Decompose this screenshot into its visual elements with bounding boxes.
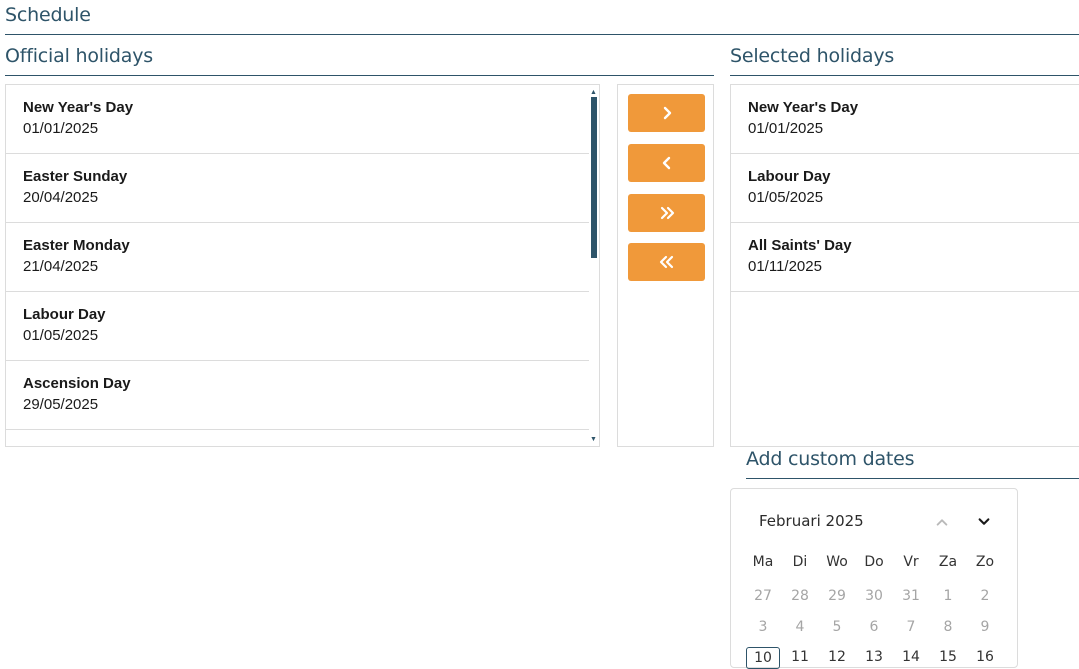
calendar-week: 10 11 12 13 14 15 16 (745, 647, 1005, 669)
move-all-right-button[interactable] (628, 194, 705, 232)
calendar-day[interactable]: 6 (857, 617, 891, 637)
calendar-day[interactable]: 3 (746, 617, 780, 637)
calendar-day[interactable]: 27 (746, 586, 780, 606)
next-month-button[interactable] (974, 512, 994, 532)
list-item[interactable]: New Year's Day 01/01/2025 (6, 85, 589, 154)
holiday-date: 01/05/2025 (748, 189, 824, 206)
calendar-day[interactable]: 12 (820, 647, 854, 667)
calendar-day[interactable]: 5 (820, 617, 854, 637)
calendar-day[interactable]: 31 (894, 586, 928, 606)
official-holidays-list[interactable]: New Year's Day 01/01/2025 Easter Sunday … (5, 84, 600, 447)
scroll-up-arrow-icon[interactable]: ▲ (590, 89, 597, 96)
double-chevron-left-icon (659, 255, 673, 269)
holiday-date: 29/05/2025 (23, 396, 99, 413)
weekday-label: Wo (826, 554, 848, 570)
add-custom-dates-title: Add custom dates (746, 448, 915, 470)
calendar-week: 3 4 5 6 7 8 9 (745, 617, 1005, 637)
calendar-weekday-header: Ma Di Wo Do Vr Za Zo (745, 552, 1005, 572)
list-item[interactable]: Ascension Day 29/05/2025 (6, 361, 589, 430)
weekday-label: Za (938, 554, 958, 570)
move-selected-right-button[interactable] (628, 94, 705, 132)
holiday-date: 01/01/2025 (23, 120, 99, 137)
calendar-day[interactable]: 11 (783, 647, 817, 667)
weekday-label: Do (864, 554, 884, 570)
holiday-date: 20/04/2025 (23, 189, 99, 206)
add-custom-dates-divider (746, 478, 1079, 479)
calendar-day[interactable]: 30 (857, 586, 891, 606)
chevron-left-icon (662, 156, 670, 170)
holiday-name: All Saints' Day (748, 237, 852, 254)
holiday-name: Easter Sunday (23, 168, 128, 185)
holiday-name: Easter Monday (23, 237, 130, 254)
calendar-day[interactable]: 16 (968, 647, 1002, 667)
holiday-date: 21/04/2025 (23, 258, 99, 275)
list-item[interactable]: Labour Day 01/05/2025 (6, 292, 589, 361)
selected-holidays-list[interactable]: New Year's Day 01/01/2025 Labour Day 01/… (730, 84, 1079, 447)
selected-holidays-title: Selected holidays (730, 45, 895, 67)
calendar-day[interactable]: 4 (783, 617, 817, 637)
holiday-date: 01/11/2025 (748, 258, 822, 275)
weekday-label: Ma (752, 554, 774, 570)
double-chevron-right-icon (660, 206, 674, 220)
transfer-buttons-panel (617, 84, 714, 447)
calendar-day[interactable]: 14 (894, 647, 928, 667)
selected-holidays-divider (730, 75, 1079, 76)
calendar-day-today[interactable]: 10 (746, 647, 780, 669)
calendar-day[interactable]: 2 (968, 586, 1002, 606)
holiday-name: New Year's Day (748, 99, 859, 116)
scroll-down-arrow-icon[interactable]: ▼ (590, 436, 597, 443)
list-item[interactable]: All Saints' Day 01/11/2025 (731, 223, 1079, 292)
chevron-right-icon (663, 106, 671, 120)
page-title: Schedule (5, 4, 91, 26)
scrollbar[interactable]: ▲ ▼ (590, 89, 597, 443)
calendar-day[interactable]: 29 (820, 586, 854, 606)
calendar-day[interactable]: 1 (931, 586, 965, 606)
calendar-day[interactable]: 7 (894, 617, 928, 637)
date-picker-calendar[interactable]: Februari 2025 Ma Di Wo Do Vr Za Zo 27 28… (730, 488, 1018, 669)
chevron-down-icon (978, 518, 990, 525)
official-holidays-divider (5, 75, 714, 76)
holiday-date: 01/01/2025 (748, 120, 824, 137)
list-item[interactable]: New Year's Day 01/01/2025 (731, 85, 1079, 154)
previous-month-button[interactable] (932, 512, 952, 532)
list-item[interactable]: Easter Monday 21/04/2025 (6, 223, 589, 292)
list-item[interactable]: Easter Sunday 20/04/2025 (6, 154, 589, 223)
calendar-day[interactable]: 13 (857, 647, 891, 667)
weekday-label: Di (792, 554, 808, 570)
holiday-name: Ascension Day (23, 375, 131, 392)
move-all-left-button[interactable] (628, 243, 705, 281)
calendar-day[interactable]: 28 (783, 586, 817, 606)
holiday-name: Labour Day (748, 168, 831, 185)
weekday-label: Vr (903, 554, 919, 570)
calendar-day[interactable]: 15 (931, 647, 965, 667)
holiday-name: New Year's Day (23, 99, 134, 116)
calendar-day[interactable]: 9 (968, 617, 1002, 637)
list-item[interactable]: Labour Day 01/05/2025 (731, 154, 1079, 223)
calendar-day[interactable]: 8 (931, 617, 965, 637)
holiday-name: Labour Day (23, 306, 106, 323)
scroll-thumb[interactable] (591, 97, 597, 258)
official-holidays-title: Official holidays (5, 45, 153, 67)
page-title-divider (5, 34, 1079, 35)
calendar-month-label: Februari 2025 (759, 512, 864, 530)
chevron-up-icon (936, 519, 948, 526)
calendar-week: 27 28 29 30 31 1 2 (745, 586, 1005, 606)
weekday-label: Zo (975, 554, 995, 570)
move-selected-left-button[interactable] (628, 144, 705, 182)
holiday-date: 01/05/2025 (23, 327, 99, 344)
